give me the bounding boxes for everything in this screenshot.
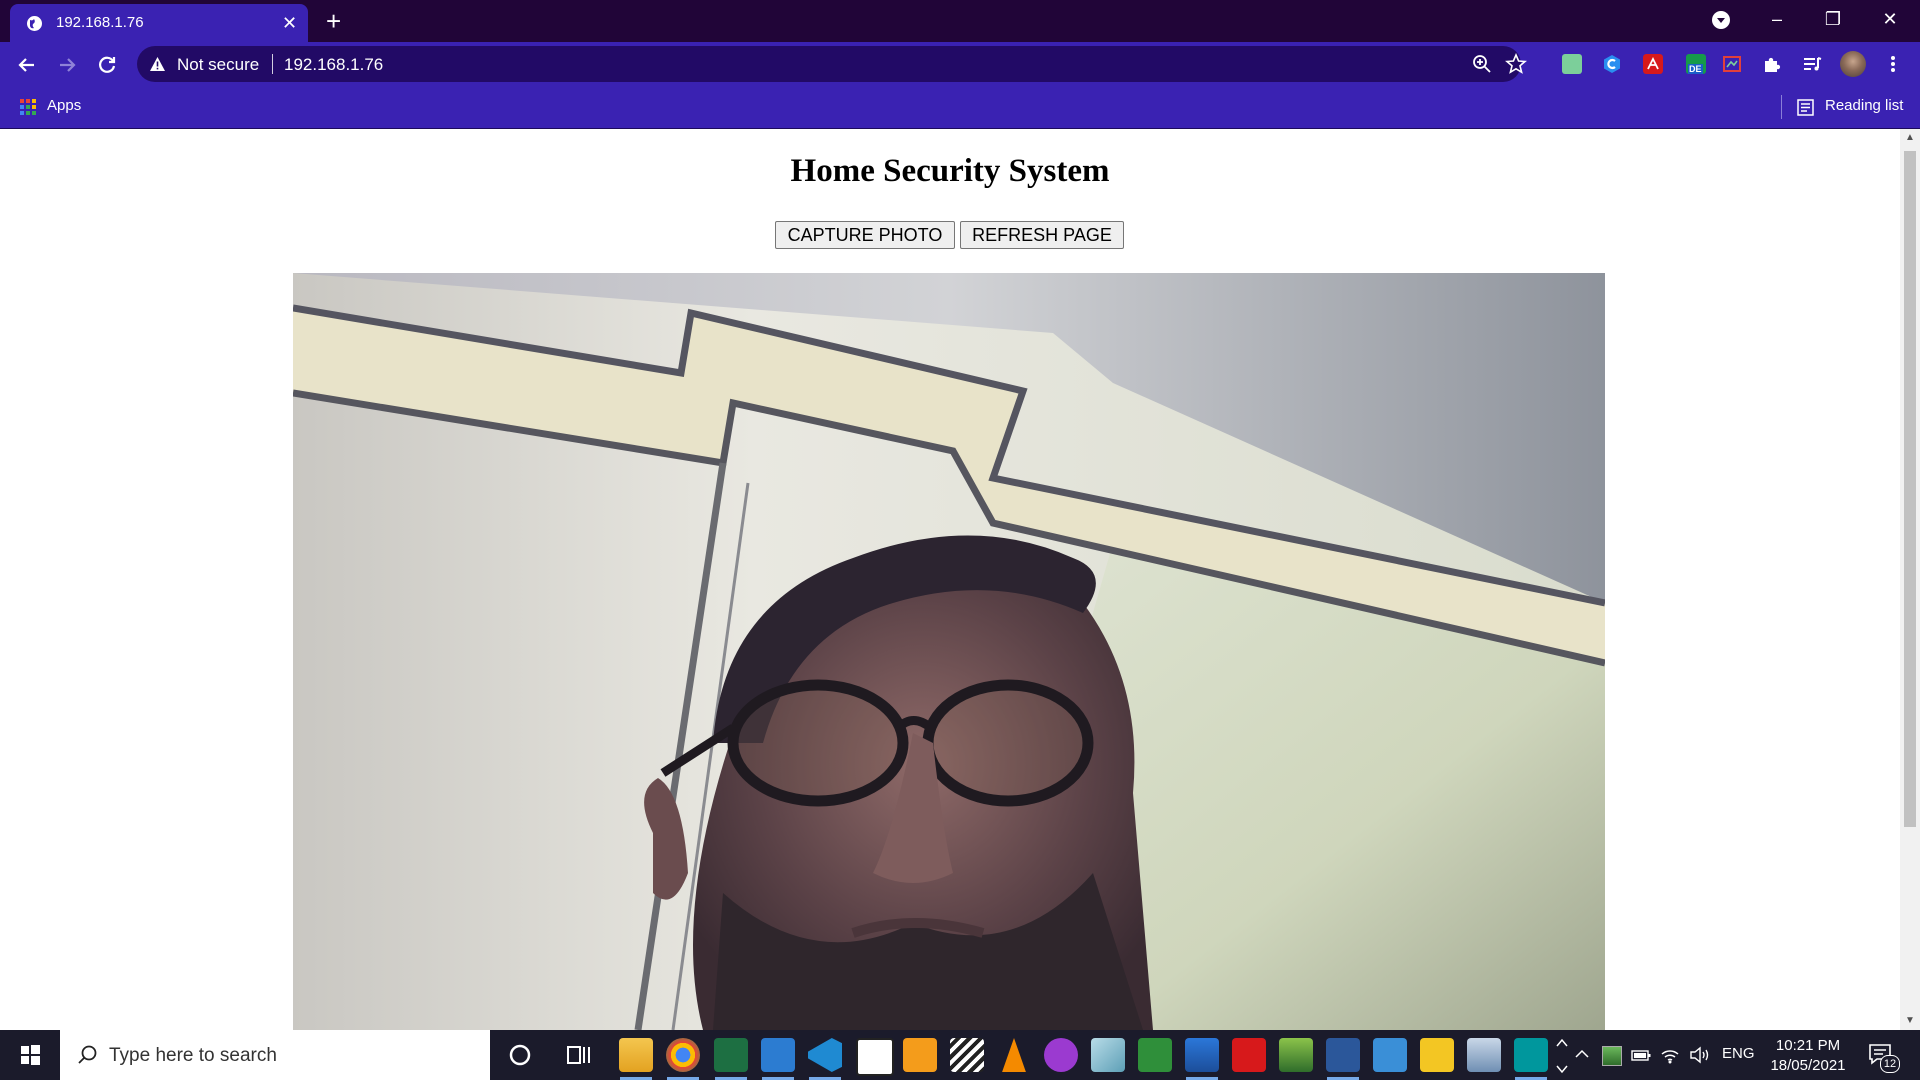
arduino-icon[interactable]	[1514, 1038, 1548, 1072]
scroll-tray-icon[interactable]	[1553, 1032, 1571, 1078]
start-button[interactable]	[0, 1030, 60, 1080]
browser-tab[interactable]: 192.168.1.76 ✕	[10, 4, 308, 42]
page-title: Home Security System	[790, 153, 1110, 189]
mx-icon[interactable]	[1373, 1038, 1407, 1072]
volume-icon[interactable]	[1689, 1046, 1711, 1064]
vlc-icon[interactable]	[1002, 1038, 1026, 1072]
screen-ext-icon[interactable]	[1722, 54, 1742, 74]
notion-icon[interactable]	[856, 1038, 894, 1076]
word-icon[interactable]	[1326, 1038, 1360, 1072]
mail-icon[interactable]	[761, 1038, 795, 1072]
file-explorer-icon[interactable]	[619, 1038, 653, 1072]
camera-feed-image	[293, 273, 1605, 1030]
language-indicator[interactable]: ENG	[1722, 1045, 1755, 1062]
cortana-icon[interactable]	[503, 1038, 537, 1072]
menu-dots-icon[interactable]	[1883, 54, 1903, 74]
scroll-up-arrow-icon[interactable]: ▲	[1904, 133, 1916, 143]
photos-icon[interactable]	[1185, 1038, 1219, 1072]
back-arrow-icon[interactable]	[14, 52, 40, 78]
pdf-ext-icon[interactable]	[1643, 54, 1663, 74]
omnibox-separator	[272, 54, 273, 74]
reading-list-button[interactable]: Reading list	[1825, 97, 1903, 114]
apps-link[interactable]: Apps	[47, 97, 81, 114]
tablet-icon[interactable]	[1091, 1038, 1125, 1072]
url-text[interactable]: 192.168.1.76	[284, 55, 383, 75]
tray-app-icon[interactable]	[1602, 1046, 1622, 1066]
capture-photo-button[interactable]: CAPTURE PHOTO	[775, 221, 955, 249]
chrome-icon[interactable]	[666, 1038, 700, 1072]
battery-icon[interactable]	[1631, 1047, 1651, 1063]
address-bar[interactable]: Not secure 192.168.1.76	[137, 46, 1527, 82]
search-icon	[78, 1045, 97, 1064]
bookmarks-bar: Apps Reading list	[0, 87, 1920, 129]
clock-date: 18/05/2021	[1770, 1057, 1846, 1074]
photo-editor-icon[interactable]	[1279, 1038, 1313, 1072]
clock-time: 10:21 PM	[1775, 1037, 1841, 1054]
sublime-icon[interactable]	[903, 1038, 937, 1072]
new-tab-button[interactable]: +	[326, 6, 341, 36]
taskbar-clock[interactable]: 10:21 PM 18/05/2021	[1763, 1036, 1853, 1076]
security-status[interactable]: Not secure	[177, 55, 259, 75]
apps-grid-icon[interactable]	[20, 99, 36, 115]
puzzle-icon[interactable]	[1762, 54, 1782, 74]
scroll-down-arrow-icon[interactable]: ▼	[1904, 1016, 1916, 1026]
clapper-icon[interactable]	[950, 1038, 984, 1072]
page-viewport: Home Security System CAPTURE PHOTO REFRE…	[0, 129, 1900, 1030]
show-hidden-icons-chevron-icon[interactable]	[1573, 1045, 1591, 1063]
globe-icon	[27, 16, 42, 31]
reload-icon[interactable]	[94, 52, 120, 78]
bookmark-star-icon[interactable]	[1505, 53, 1527, 75]
excel-icon[interactable]	[714, 1038, 748, 1072]
typora-icon[interactable]	[1420, 1038, 1454, 1072]
reading-list-icon[interactable]	[1797, 99, 1814, 116]
browser-tab-strip: 192.168.1.76 ✕ + – ❐ ✕	[0, 0, 1920, 42]
task-view-icon[interactable]	[562, 1038, 596, 1072]
profile-avatar[interactable]	[1840, 51, 1866, 77]
close-window-button[interactable]: ✕	[1870, 6, 1910, 32]
search-placeholder: Type here to search	[109, 1045, 277, 1066]
c-ext-icon[interactable]	[1602, 54, 1622, 74]
tab-search-icon[interactable]	[1711, 10, 1731, 30]
restore-button[interactable]: ❐	[1813, 6, 1853, 32]
browser-toolbar: Not secure 192.168.1.76 DE	[0, 42, 1920, 87]
wifi-icon[interactable]	[1660, 1046, 1680, 1064]
podcast-icon[interactable]	[1044, 1038, 1078, 1072]
de-ext-icon[interactable]: DE	[1686, 54, 1706, 74]
taskbar-search[interactable]: Type here to search	[60, 1030, 490, 1080]
mail-ext-icon[interactable]	[1562, 54, 1582, 74]
scrollbar-thumb[interactable]	[1904, 151, 1916, 827]
bookmarks-separator	[1781, 95, 1782, 119]
refresh-page-button[interactable]: REFRESH PAGE	[960, 221, 1124, 249]
notification-badge: 12	[1880, 1055, 1900, 1073]
zoom-icon[interactable]	[1472, 54, 1492, 74]
tab-title: 192.168.1.76	[56, 14, 144, 31]
forward-arrow-icon[interactable]	[54, 52, 80, 78]
tab-close-icon[interactable]: ✕	[282, 14, 297, 32]
media-icon[interactable]	[1802, 54, 1822, 74]
warning-icon[interactable]	[149, 56, 166, 72]
page-scrollbar[interactable]: ▲ ▼	[1900, 129, 1920, 1030]
de-badge: DE	[1688, 64, 1703, 74]
vscode-icon[interactable]	[808, 1038, 842, 1072]
minimize-button[interactable]: –	[1757, 6, 1797, 32]
printer-icon[interactable]	[1467, 1038, 1501, 1072]
vs-icon[interactable]	[1138, 1038, 1172, 1072]
windows-taskbar: Type here to search ENG 10:21 PM 18/05/2…	[0, 1030, 1920, 1080]
acrobat-icon[interactable]	[1232, 1038, 1266, 1072]
